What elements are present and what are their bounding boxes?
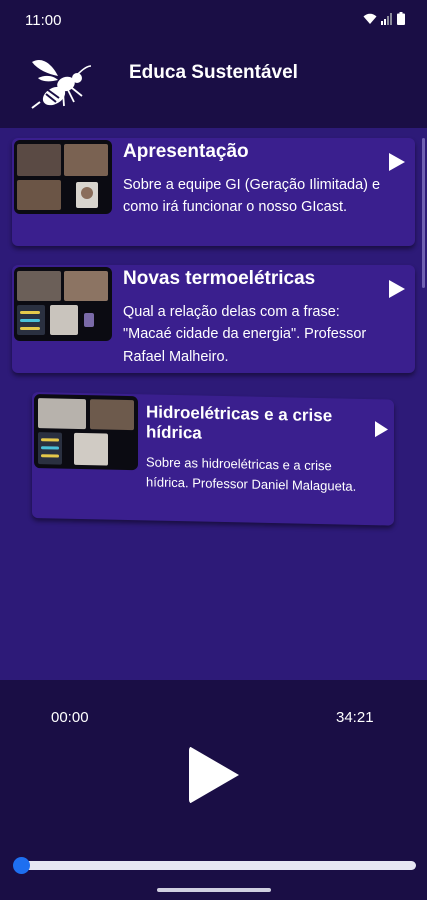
status-time: 11:00 (25, 12, 62, 29)
battery-icon (397, 12, 405, 25)
navigation-handle[interactable] (157, 888, 271, 892)
episode-title: Novas termoelétricas (123, 268, 316, 289)
episode-title: Apresentação (123, 141, 249, 162)
play-icon[interactable] (375, 421, 388, 438)
total-time: 34:21 (336, 709, 374, 726)
episode-card-termoeletricas[interactable]: Novas termoelétricas Qual a relação dela… (12, 265, 415, 373)
episode-description: Qual a relação delas com a frase: "Macaé… (123, 304, 367, 365)
episode-thumbnail (34, 394, 138, 471)
signal-icon (381, 13, 392, 25)
episode-description: Sobre as hidroelétricas e a crise hídric… (146, 454, 357, 494)
current-time: 00:00 (51, 709, 89, 726)
play-icon[interactable] (389, 153, 405, 171)
episode-card-apresentacao[interactable]: Apresentação Sobre a equipe GI (Geração … (12, 138, 415, 246)
play-icon[interactable] (189, 746, 239, 804)
app-title: Educa Sustentável (129, 62, 298, 83)
episode-title: Hidroelétricas e a crise hídrica (146, 402, 333, 443)
audio-player: 00:00 34:21 (0, 680, 427, 900)
progress-thumb[interactable] (13, 857, 30, 874)
scroll-indicator[interactable] (422, 138, 425, 288)
episode-description: Sobre a equipe GI (Geração Ilimitada) e … (123, 177, 381, 216)
wasp-logo-icon (31, 59, 92, 109)
app-bar: Educa Sustentável (0, 40, 427, 128)
episode-card-hidroeletricas[interactable]: Hidroelétricas e a crise hídrica Sobre a… (32, 392, 394, 526)
episode-thumbnail (14, 140, 112, 214)
wifi-icon (363, 13, 377, 25)
episode-list[interactable]: Apresentação Sobre a equipe GI (Geração … (0, 128, 427, 680)
play-icon[interactable] (389, 280, 405, 298)
progress-track[interactable] (20, 861, 416, 870)
episode-thumbnail (14, 267, 112, 341)
status-icons (363, 12, 405, 25)
status-bar: 11:00 (0, 0, 427, 40)
